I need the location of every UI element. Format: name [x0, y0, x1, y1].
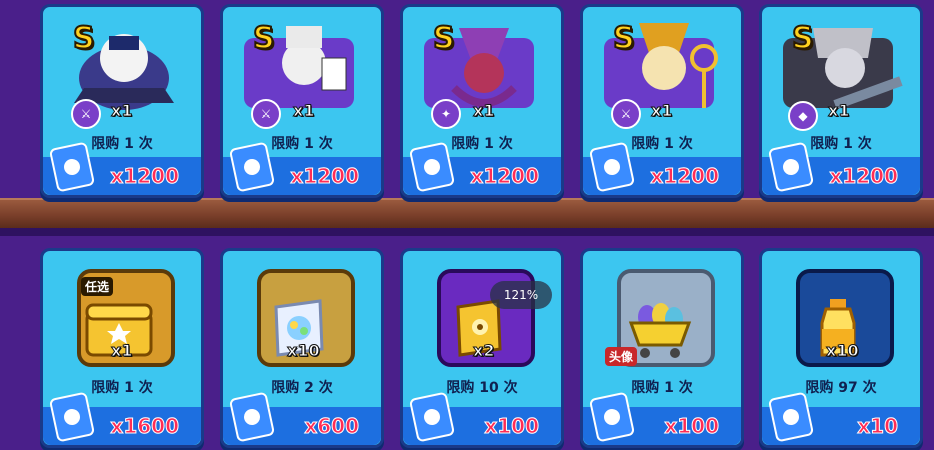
price-bar[interactable]: x1200	[583, 141, 741, 195]
item-quantity: x10	[287, 341, 321, 361]
shield-icon: ◆	[788, 101, 818, 131]
purchase-limit: 限购 10 次	[446, 380, 518, 396]
shop-item-card[interactable]: S ◆ x1 限购 1 次 x1200	[759, 4, 923, 198]
rank-badge: S	[252, 20, 276, 57]
sword-icon: ⚔	[251, 99, 281, 129]
price-label: x1200	[290, 164, 360, 189]
purchase-limit: 限购 2 次	[271, 380, 333, 396]
price-label: x1200	[829, 164, 899, 189]
shop-item-card[interactable]: x2 限购 10 次 x100	[400, 248, 564, 448]
price-bar[interactable]: x10	[762, 391, 920, 445]
item-quantity: x10	[826, 341, 860, 361]
price-bar[interactable]: x1600	[43, 391, 201, 445]
purchase-limit: 限购 1 次	[91, 380, 153, 396]
sword-icon: ⚔	[611, 99, 641, 129]
wand-icon: ✦	[431, 99, 461, 129]
avatar-tag: 头像	[605, 347, 638, 366]
rank-badge: S	[612, 20, 636, 57]
rank-badge: S	[72, 20, 96, 57]
zoom-level-indicator: 121%	[490, 281, 552, 309]
sword-icon: ⚔	[71, 99, 101, 129]
price-bar[interactable]: x1200	[43, 141, 201, 195]
price-label: x1200	[470, 164, 540, 189]
price-label: x1200	[110, 164, 180, 189]
price-label: x100	[484, 414, 540, 439]
rank-badge: S	[791, 20, 815, 57]
price-label: x600	[304, 414, 360, 439]
item-quantity: x2	[472, 341, 495, 361]
purchase-limit: 限购 97 次	[805, 380, 877, 396]
select-tag: 任选	[81, 277, 114, 296]
shop-item-card[interactable]: 任选 x1 限购 1 次 x1600	[40, 248, 204, 448]
price-label: x10	[857, 414, 899, 439]
shop-item-card[interactable]: S ⚔ x1 限购 1 次 x1200	[220, 4, 384, 198]
shop-item-card[interactable]: x10 限购 2 次 x600	[220, 248, 384, 448]
price-label: x100	[664, 414, 720, 439]
item-quantity: x1	[292, 101, 315, 121]
golden-chest-icon	[51, 273, 187, 383]
shop-item-card[interactable]: S ✦ x1 限购 1 次 x1200	[400, 4, 564, 198]
price-bar[interactable]: x600	[223, 391, 381, 445]
price-bar[interactable]: x1200	[762, 141, 920, 195]
item-quantity: x1	[110, 341, 133, 361]
shop-item-card[interactable]: 头像 限购 1 次 x100	[580, 248, 744, 448]
price-bar[interactable]: x1200	[403, 141, 561, 195]
price-label: x1600	[110, 414, 180, 439]
shop-item-card[interactable]: x10 限购 97 次 x10	[759, 248, 923, 448]
item-quantity: x1	[650, 101, 673, 121]
price-bar[interactable]: x100	[403, 391, 561, 445]
price-label: x1200	[650, 164, 720, 189]
price-bar[interactable]: x1200	[223, 141, 381, 195]
rank-badge: S	[432, 20, 456, 57]
shop-item-card[interactable]: S ⚔ x1 限购 1 次 x1200	[580, 4, 744, 198]
item-quantity: x1	[472, 101, 495, 121]
item-quantity: x1	[110, 101, 133, 121]
shelf-top	[0, 198, 934, 228]
price-bar[interactable]: x100	[583, 391, 741, 445]
shop-item-card[interactable]: S ⚔ x1 限购 1 次 x1200	[40, 4, 204, 198]
egg-cart-icon	[591, 273, 727, 383]
item-quantity: x1	[827, 101, 850, 121]
potion-bottle-icon	[770, 273, 906, 383]
scroll-card-icon	[231, 273, 367, 383]
purchase-limit: 限购 1 次	[631, 380, 693, 396]
